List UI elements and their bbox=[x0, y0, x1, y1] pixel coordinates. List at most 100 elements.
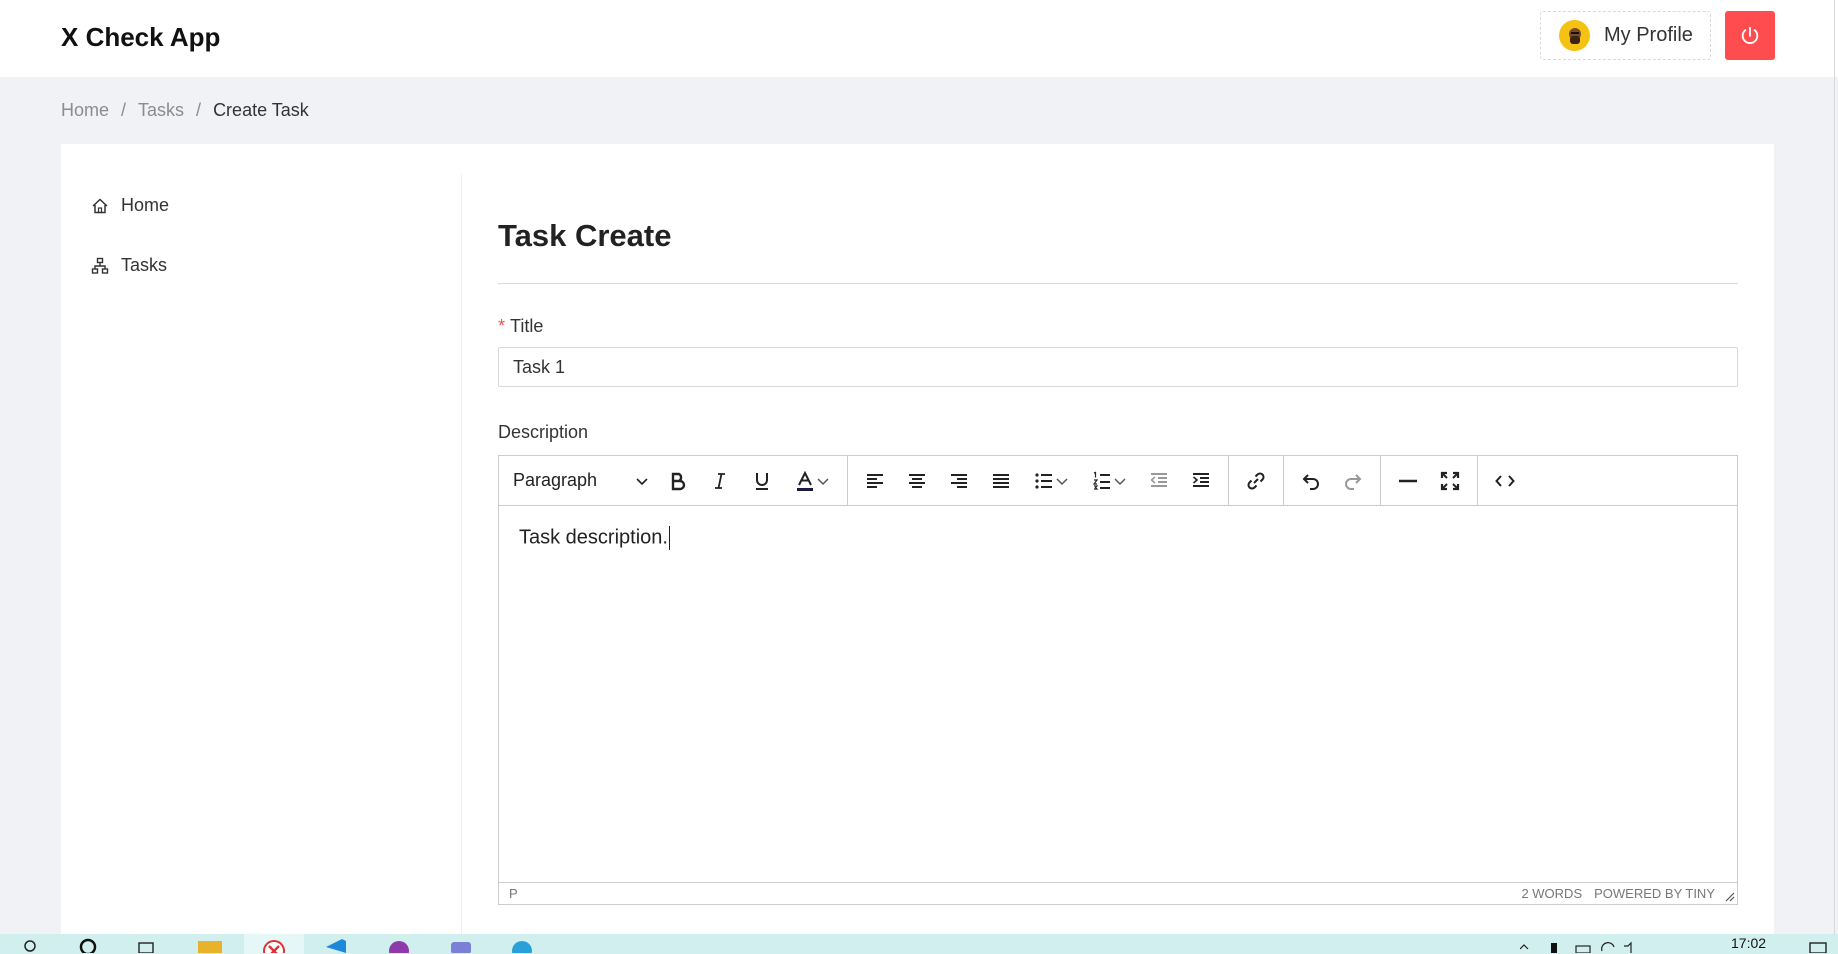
content-card: Home Tasks Task Create *Title Descriptio… bbox=[61, 144, 1774, 934]
editor-content[interactable]: Task description. bbox=[519, 526, 670, 550]
breadcrumb-tasks[interactable]: Tasks bbox=[138, 100, 184, 121]
outdent-button[interactable] bbox=[1138, 463, 1180, 499]
italic-icon bbox=[715, 472, 725, 489]
sidebar-item-label: Home bbox=[121, 195, 170, 215]
search-icon[interactable] bbox=[22, 937, 38, 953]
cortana-icon[interactable] bbox=[78, 937, 98, 953]
horizontal-rule-icon bbox=[1399, 479, 1417, 482]
link-button[interactable] bbox=[1235, 463, 1277, 499]
block-format-select[interactable]: Paragraph bbox=[505, 463, 657, 499]
home-icon bbox=[92, 197, 108, 213]
chevron-down-icon bbox=[1056, 477, 1068, 485]
link-icon bbox=[1247, 471, 1265, 490]
breadcrumb: Home / Tasks / Create Task bbox=[61, 100, 309, 121]
numbered-list-icon bbox=[1092, 471, 1110, 490]
breadcrumb-separator: / bbox=[196, 100, 202, 120]
my-profile-label: My Profile bbox=[1604, 24, 1693, 46]
align-right-icon bbox=[951, 473, 967, 488]
indent-button[interactable] bbox=[1180, 463, 1222, 499]
sidebar: Home Tasks bbox=[61, 174, 462, 934]
taskbar-clock[interactable]: 17:02 bbox=[1731, 935, 1766, 951]
chevron-down-icon bbox=[636, 477, 648, 485]
powered-by-tiny[interactable]: POWERED BY TINY bbox=[1594, 886, 1715, 901]
editor-paragraph: Task description. bbox=[519, 526, 668, 549]
align-justify-icon bbox=[993, 473, 1009, 488]
my-profile-button[interactable]: My Profile bbox=[1540, 11, 1711, 60]
os-taskbar: 17:02 bbox=[0, 934, 1838, 954]
sidebar-item-home[interactable]: Home bbox=[91, 195, 169, 216]
chevron-down-icon bbox=[817, 477, 829, 485]
align-justify-button[interactable] bbox=[980, 463, 1022, 499]
vscode-icon[interactable] bbox=[322, 937, 350, 953]
avatar bbox=[1559, 20, 1590, 51]
underline-button[interactable] bbox=[741, 463, 783, 499]
title-label: * Title bbox=[498, 316, 543, 337]
align-left-icon bbox=[867, 473, 883, 488]
align-center-button[interactable] bbox=[896, 463, 938, 499]
resize-handle-icon[interactable] bbox=[1725, 892, 1735, 902]
undo-button[interactable] bbox=[1290, 463, 1332, 499]
avatar-face-icon bbox=[1568, 27, 1581, 44]
task-view-icon[interactable] bbox=[136, 937, 156, 953]
align-center-icon bbox=[909, 473, 925, 488]
horizontal-rule-button[interactable] bbox=[1387, 463, 1429, 499]
required-mark: * bbox=[498, 316, 506, 336]
rich-text-editor: Paragraph Task description. P 2 WORDS PO… bbox=[498, 455, 1738, 905]
app-title: X Check App bbox=[61, 22, 221, 52]
status-right: 2 WORDS POWERED BY TINY bbox=[1521, 886, 1727, 901]
toolbar-group-align bbox=[848, 456, 1229, 505]
word-count[interactable]: 2 WORDS bbox=[1521, 886, 1582, 901]
power-icon bbox=[1741, 26, 1759, 44]
fullscreen-button[interactable] bbox=[1429, 463, 1471, 499]
undo-icon bbox=[1302, 473, 1319, 490]
italic-button[interactable] bbox=[699, 463, 741, 499]
text-color-icon bbox=[797, 470, 813, 491]
telegram-icon[interactable] bbox=[508, 937, 536, 953]
align-left-button[interactable] bbox=[854, 463, 896, 499]
code-icon bbox=[1495, 474, 1515, 487]
block-format-value: Paragraph bbox=[513, 470, 598, 490]
toolbar-group-code bbox=[1478, 456, 1532, 505]
breadcrumb-home[interactable]: Home bbox=[61, 100, 109, 121]
align-right-button[interactable] bbox=[938, 463, 980, 499]
app-violet-icon[interactable] bbox=[447, 937, 475, 953]
notifications-icon[interactable] bbox=[1808, 937, 1828, 953]
redo-icon bbox=[1345, 473, 1362, 490]
toolbar-group-insert bbox=[1381, 456, 1478, 505]
sidebar-item-tasks[interactable]: Tasks bbox=[91, 255, 167, 276]
bullet-list-button[interactable] bbox=[1022, 463, 1080, 499]
source-code-button[interactable] bbox=[1484, 463, 1526, 499]
breadcrumb-current: Create Task bbox=[213, 100, 309, 120]
title-input[interactable] bbox=[498, 347, 1738, 387]
system-tray-icons[interactable] bbox=[1520, 937, 1640, 953]
bold-icon bbox=[671, 472, 686, 490]
app-header: X Check App My Profile bbox=[0, 0, 1838, 77]
text-caret bbox=[668, 526, 670, 550]
underline-icon bbox=[756, 472, 768, 490]
outdent-icon bbox=[1150, 472, 1167, 487]
bold-button[interactable] bbox=[657, 463, 699, 499]
chevron-down-icon bbox=[1114, 477, 1126, 485]
description-label: Description bbox=[498, 422, 589, 442]
toolbar-group-history bbox=[1284, 456, 1381, 505]
numbered-list-button[interactable] bbox=[1080, 463, 1138, 499]
file-explorer-icon[interactable] bbox=[196, 937, 224, 953]
editor-toolbar: Paragraph bbox=[499, 456, 1737, 506]
window-scrollbar-edge bbox=[1834, 0, 1835, 934]
title-label-text: Title bbox=[510, 316, 544, 336]
redo-button[interactable] bbox=[1332, 463, 1374, 499]
logout-button[interactable] bbox=[1725, 11, 1775, 60]
app-purple-icon[interactable] bbox=[385, 937, 413, 953]
breadcrumb-separator: / bbox=[121, 100, 127, 120]
page-title: Task Create bbox=[498, 218, 672, 253]
divider bbox=[498, 283, 1738, 284]
indent-icon bbox=[1192, 472, 1209, 487]
editor-statusbar: P 2 WORDS POWERED BY TINY bbox=[499, 882, 1737, 904]
text-color-button[interactable] bbox=[783, 463, 841, 499]
element-path[interactable]: P bbox=[509, 886, 518, 901]
browser-icon[interactable] bbox=[260, 937, 288, 953]
sitemap-icon bbox=[91, 257, 109, 274]
toolbar-group-link bbox=[1229, 456, 1284, 505]
bullet-list-icon bbox=[1035, 472, 1052, 489]
toolbar-group-format: Paragraph bbox=[499, 456, 848, 505]
